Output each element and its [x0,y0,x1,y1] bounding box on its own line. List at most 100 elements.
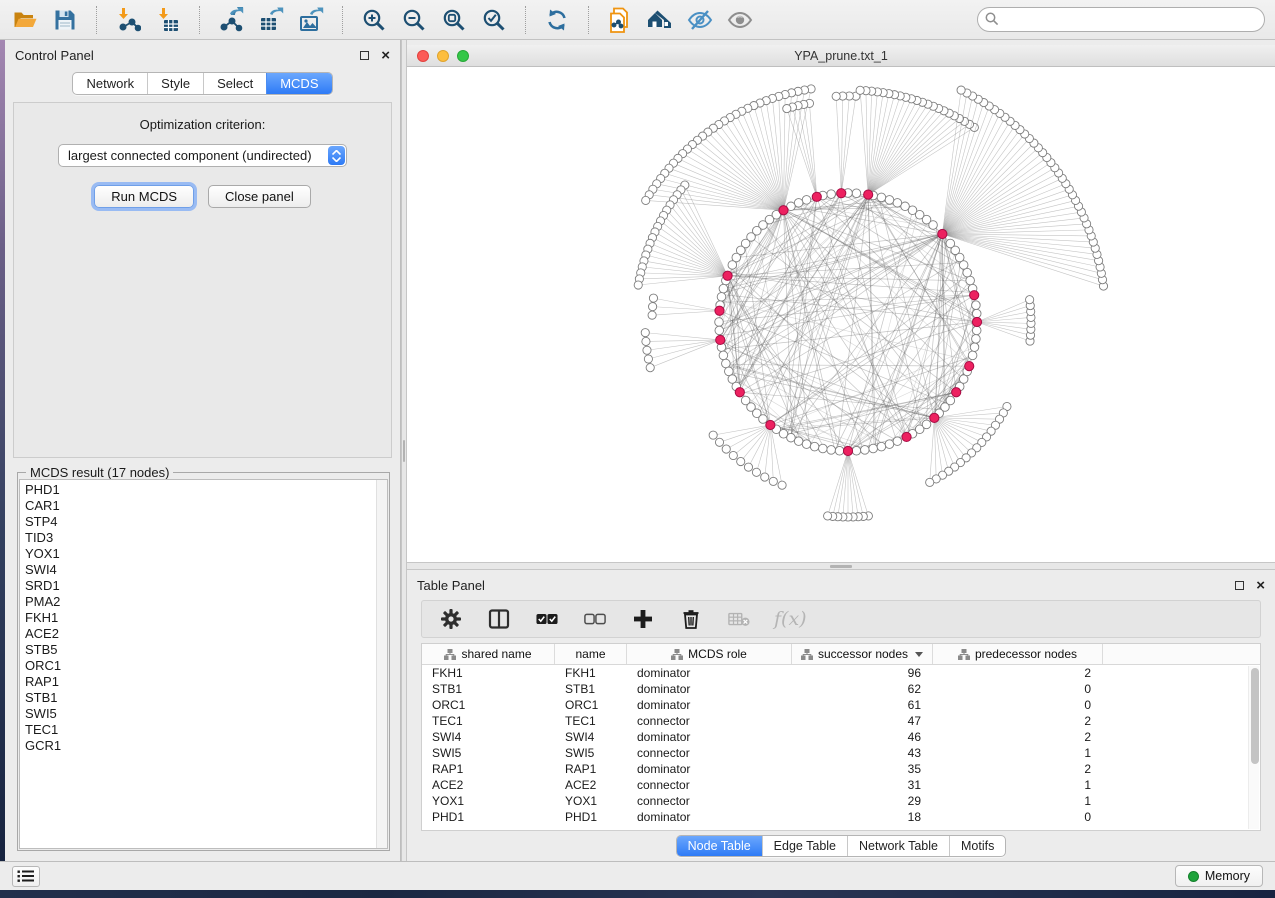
save-session-icon[interactable] [50,5,80,35]
network-leaf-node[interactable] [649,294,657,302]
network-mcds-hub-node[interactable] [843,446,852,455]
horizontal-splitter[interactable] [407,562,1275,570]
network-node[interactable] [893,199,902,208]
network-leaf-node[interactable] [778,481,786,489]
delete-column-icon[interactable] [678,606,704,632]
zoom-fit-icon[interactable] [439,5,469,35]
network-leaf-node[interactable] [957,86,965,94]
import-table-icon[interactable] [153,5,183,35]
mcds-result-item[interactable]: STB1 [25,690,387,706]
network-node[interactable] [869,444,878,453]
mcds-result-item[interactable]: STP4 [25,514,387,530]
run-mcds-button[interactable]: Run MCDS [94,185,194,208]
network-leaf-node[interactable] [709,431,717,439]
tab-network[interactable]: Network [73,73,147,94]
network-node[interactable] [946,239,955,248]
network-node[interactable] [972,335,981,344]
export-table-icon[interactable] [256,5,286,35]
mcds-result-item[interactable]: PHD1 [25,482,387,498]
network-leaf-node[interactable] [722,445,730,453]
optimization-criterion-select[interactable]: largest connected component (undirected) [58,144,347,167]
network-node[interactable] [946,396,955,405]
network-node[interactable] [794,437,803,446]
column-manager-icon[interactable] [486,606,512,632]
network-node[interactable] [802,196,811,205]
network-node[interactable] [759,415,768,424]
network-leaf-node[interactable] [769,477,777,485]
mcds-result-item[interactable]: SRD1 [25,578,387,594]
tab-mcds[interactable]: MCDS [266,73,331,94]
network-leaf-node[interactable] [832,92,840,100]
select-all-rows-icon[interactable] [534,606,560,632]
mcds-result-list[interactable]: PHD1CAR1STP4TID3YOX1SWI4SRD1PMA2FKH1ACE2… [19,479,388,849]
task-history-button[interactable] [12,866,40,887]
table-tab-network-table[interactable]: Network Table [847,836,949,856]
network-mcds-hub-node[interactable] [970,291,979,300]
network-node[interactable] [827,446,836,455]
network-node[interactable] [722,359,731,368]
table-settings-gear-icon[interactable] [438,606,464,632]
network-node[interactable] [877,193,886,202]
network-node[interactable] [885,440,894,449]
zoom-selected-icon[interactable] [479,5,509,35]
network-node[interactable] [885,196,894,205]
table-row[interactable]: PHD1PHD1dominator180 [422,809,1260,825]
memory-button[interactable]: Memory [1175,865,1263,887]
network-leaf-node[interactable] [824,512,832,520]
network-leaf-node[interactable] [648,311,656,319]
mcds-result-item[interactable]: TEC1 [25,722,387,738]
network-mcds-hub-node[interactable] [735,388,744,397]
network-node[interactable] [970,343,979,352]
network-leaf-node[interactable] [642,337,650,345]
mcds-result-item[interactable]: FKH1 [25,610,387,626]
network-mcds-hub-node[interactable] [812,192,821,201]
network-node[interactable] [877,442,886,451]
network-node[interactable] [922,420,931,429]
network-leaf-node[interactable] [926,478,934,486]
tab-select[interactable]: Select [203,73,266,94]
houses-icon[interactable] [645,5,675,35]
network-node[interactable] [728,261,737,270]
network-mcds-hub-node[interactable] [938,229,947,238]
network-node[interactable] [966,276,975,285]
network-mcds-hub-node[interactable] [952,388,961,397]
network-node[interactable] [968,351,977,360]
table-row[interactable]: RAP1RAP1dominator352 [422,761,1260,777]
network-leaf-node[interactable] [737,457,745,465]
zoom-out-icon[interactable] [399,5,429,35]
new-network-from-selection-icon[interactable] [605,5,635,35]
close-panel-button[interactable]: Close panel [208,185,311,208]
mcds-list-scrollbar[interactable] [376,480,387,848]
mcds-result-item[interactable]: TID3 [25,530,387,546]
mcds-result-item[interactable]: YOX1 [25,546,387,562]
network-node[interactable] [852,446,861,455]
mcds-result-item[interactable]: SWI4 [25,562,387,578]
network-leaf-node[interactable] [646,364,654,372]
close-table-panel-icon[interactable]: × [1256,581,1265,590]
table-row[interactable]: ACE2ACE2connector311 [422,777,1260,793]
network-node[interactable] [715,326,724,335]
network-node[interactable] [719,351,728,360]
column-header-shared-name[interactable]: shared name [422,644,555,664]
mcds-result-item[interactable]: ACE2 [25,626,387,642]
network-mcds-hub-node[interactable] [766,420,775,429]
search-input[interactable] [977,7,1265,32]
import-network-icon[interactable] [113,5,143,35]
float-panel-icon[interactable] [360,51,369,60]
table-scrollbar[interactable] [1248,666,1259,829]
hide-selected-eye-slash-icon[interactable] [685,5,715,35]
zoom-in-icon[interactable] [359,5,389,35]
network-leaf-node[interactable] [729,451,737,459]
table-row[interactable]: TEC1TEC1connector472 [422,713,1260,729]
network-node[interactable] [717,293,726,302]
network-node[interactable] [715,318,724,327]
network-node[interactable] [835,446,844,455]
tab-style[interactable]: Style [147,73,203,94]
network-mcds-hub-node[interactable] [837,189,846,198]
network-mcds-hub-node[interactable] [715,306,724,315]
network-leaf-node[interactable] [856,86,864,94]
network-leaf-node[interactable] [752,468,760,476]
deselect-all-rows-icon[interactable] [582,606,608,632]
table-row[interactable]: SWI4SWI4dominator462 [422,729,1260,745]
table-tab-node-table[interactable]: Node Table [677,836,762,856]
